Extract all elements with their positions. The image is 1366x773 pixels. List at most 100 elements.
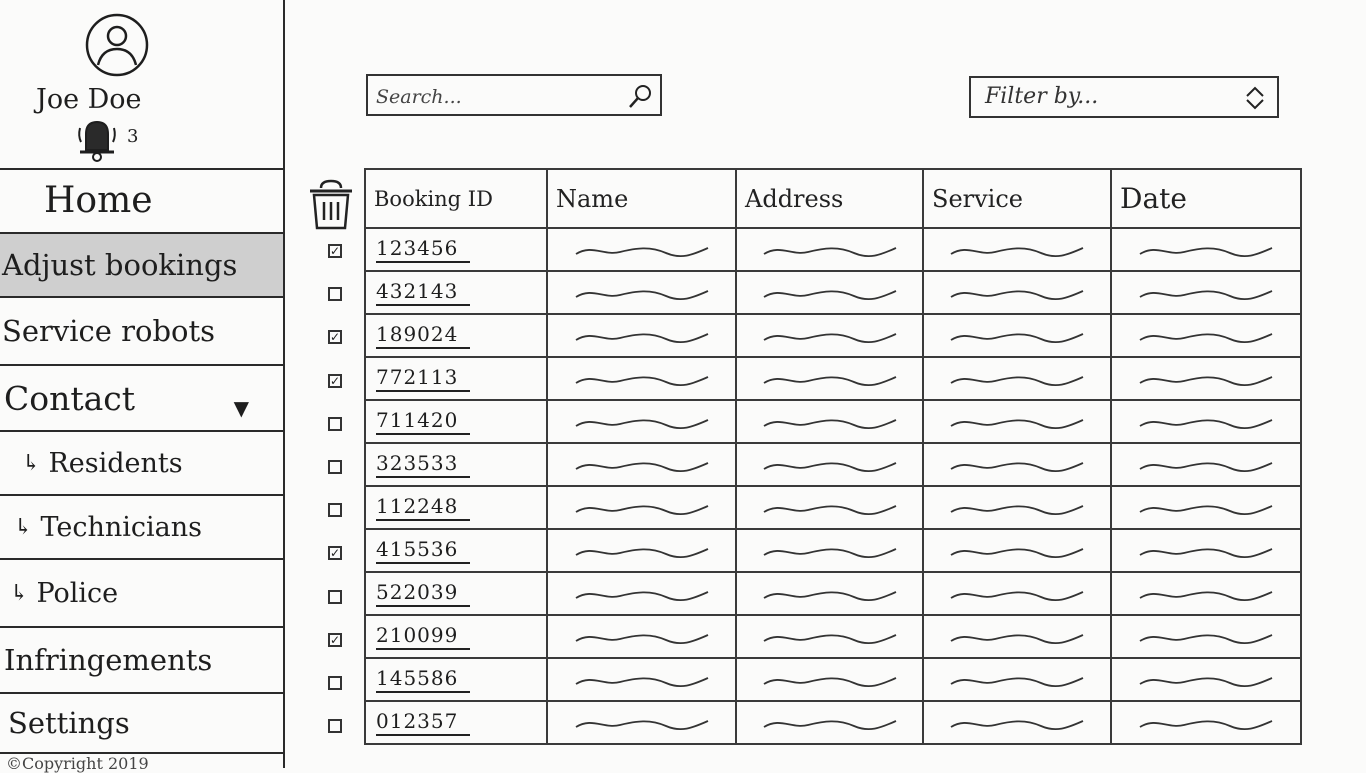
sidebar-item-label: Home <box>44 179 153 221</box>
booking-id-cell: 145586 <box>364 657 548 702</box>
column-header-booking-id[interactable]: Booking ID <box>364 168 548 229</box>
sidebar-item-label: Adjust bookings <box>2 248 238 282</box>
date-placeholder-scribble <box>1139 590 1273 601</box>
name-cell <box>546 313 737 358</box>
table-row[interactable]: 522039 <box>364 571 1302 616</box>
filter-select[interactable]: Filter by... <box>969 76 1279 118</box>
row-checkbox[interactable] <box>328 589 342 604</box>
sidebar-item-infringements[interactable]: Infringements <box>0 628 283 694</box>
service-placeholder-scribble <box>950 418 1084 429</box>
address-placeholder-scribble <box>763 246 896 257</box>
name-placeholder-scribble <box>575 676 708 687</box>
date-placeholder-scribble <box>1139 719 1273 730</box>
table-row[interactable]: 772113 <box>364 356 1302 401</box>
booking-id[interactable]: 112248 <box>376 494 471 521</box>
date-cell <box>1110 485 1302 530</box>
name-placeholder-scribble <box>575 289 708 300</box>
up-down-arrows-icon <box>1246 86 1264 110</box>
row-checkbox[interactable]: ✓ <box>328 632 342 647</box>
search-input[interactable] <box>374 82 618 112</box>
booking-id[interactable]: 012357 <box>376 709 471 736</box>
booking-id[interactable]: 323533 <box>376 451 471 478</box>
table-row[interactable]: 012357 <box>364 700 1302 745</box>
user-avatar-icon[interactable] <box>76 13 156 77</box>
date-cell <box>1110 399 1302 444</box>
address-cell <box>735 399 924 444</box>
booking-id[interactable]: 522039 <box>376 580 471 607</box>
name-cell <box>546 485 737 530</box>
booking-id[interactable]: 711420 <box>376 408 471 435</box>
date-cell <box>1110 313 1302 358</box>
table-row[interactable]: 145586 <box>364 657 1302 702</box>
sidebar-item-residents[interactable]: ↳ Residents <box>0 432 283 496</box>
bell-icon[interactable] <box>76 116 118 162</box>
address-cell <box>735 657 924 702</box>
row-checkbox[interactable]: ✓ <box>328 244 342 258</box>
table-row[interactable]: 210099 <box>364 614 1302 659</box>
row-checkbox[interactable] <box>328 460 342 474</box>
service-placeholder-scribble <box>950 547 1084 558</box>
booking-id-cell: 123456 <box>364 227 548 272</box>
booking-id[interactable]: 772113 <box>376 365 471 392</box>
name-placeholder-scribble <box>575 418 708 429</box>
column-header-address[interactable]: Address <box>735 168 924 229</box>
sidebar-item-service-robots[interactable]: Service robots <box>0 298 283 366</box>
trash-icon[interactable] <box>307 178 355 232</box>
address-placeholder-scribble <box>763 375 896 386</box>
address-placeholder-scribble <box>763 633 896 644</box>
table-row[interactable]: 112248 <box>364 485 1302 530</box>
service-cell <box>922 442 1112 487</box>
name-placeholder-scribble <box>575 246 708 257</box>
service-cell <box>922 700 1112 745</box>
sidebar-item-adjust-bookings[interactable]: Adjust bookings <box>0 234 283 298</box>
booking-id[interactable]: 415536 <box>376 537 471 564</box>
name-cell <box>546 528 737 573</box>
column-header-date[interactable]: Date <box>1110 168 1302 229</box>
date-placeholder-scribble <box>1139 633 1273 644</box>
sidebar-item-contact[interactable]: Contact ▼ <box>0 366 283 432</box>
corner-arrow-icon: ↳ <box>14 514 33 540</box>
row-checkbox[interactable]: ✓ <box>328 373 342 388</box>
row-checkbox[interactable] <box>328 416 342 431</box>
address-cell <box>735 700 924 745</box>
triangle-down-icon[interactable]: ▼ <box>234 396 249 420</box>
booking-id[interactable]: 123456 <box>376 236 471 263</box>
sidebar-item-settings[interactable]: Settings <box>0 694 283 754</box>
booking-id[interactable]: 189024 <box>376 322 471 349</box>
name-placeholder-scribble <box>575 375 708 386</box>
name-placeholder-scribble <box>575 719 708 730</box>
address-cell <box>735 313 924 358</box>
row-checkbox[interactable]: ✓ <box>328 546 342 561</box>
booking-id[interactable]: 145586 <box>376 666 471 693</box>
sidebar-item-label: Infringements <box>4 643 213 677</box>
booking-id[interactable]: 210099 <box>376 623 471 650</box>
name-cell <box>546 700 737 745</box>
table-row[interactable]: 323533 <box>364 442 1302 487</box>
column-header-name[interactable]: Name <box>546 168 737 229</box>
service-cell <box>922 399 1112 444</box>
row-checkbox[interactable] <box>328 719 342 734</box>
row-checkbox[interactable]: ✓ <box>328 330 342 345</box>
sidebar-item-home[interactable]: Home <box>0 168 283 234</box>
magnifier-icon[interactable] <box>626 82 654 110</box>
table-row[interactable]: 711420 <box>364 399 1302 444</box>
address-placeholder-scribble <box>763 332 896 343</box>
sidebar-item-technicians[interactable]: ↳ Technicians <box>0 496 283 560</box>
date-cell <box>1110 356 1302 401</box>
booking-id[interactable]: 432143 <box>376 279 471 306</box>
sidebar-item-label: Residents <box>48 447 183 479</box>
table-row[interactable]: 432143 <box>364 270 1302 315</box>
table-row[interactable]: 123456 <box>364 227 1302 272</box>
date-cell <box>1110 528 1302 573</box>
table-row[interactable]: 189024 <box>364 313 1302 358</box>
date-cell <box>1110 227 1302 272</box>
row-checkbox[interactable] <box>328 676 342 690</box>
booking-id-cell: 210099 <box>364 614 548 659</box>
sidebar-item-police[interactable]: ↳ Police <box>0 560 283 628</box>
address-cell <box>735 442 924 487</box>
row-checkbox[interactable] <box>328 503 342 518</box>
name-cell <box>546 270 737 315</box>
table-row[interactable]: 415536 <box>364 528 1302 573</box>
column-header-service[interactable]: Service <box>922 168 1112 229</box>
row-checkbox[interactable] <box>328 287 342 302</box>
